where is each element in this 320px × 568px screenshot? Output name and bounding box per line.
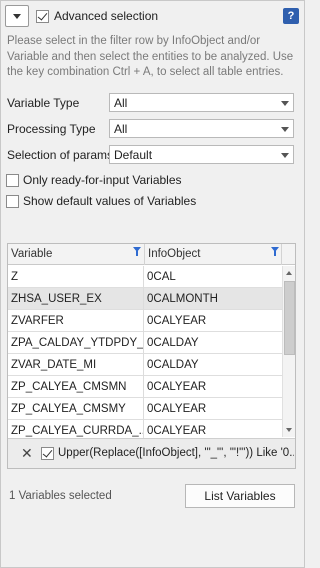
cell-variable: ZPA_CALDAY_YTDPDY_... <box>8 332 144 354</box>
selection-params-select[interactable]: Default <box>109 145 294 164</box>
filter-icon[interactable] <box>271 247 279 256</box>
variable-type-value: All <box>114 96 128 110</box>
show-defaults-checkbox[interactable] <box>6 194 19 208</box>
chevron-down-icon <box>13 14 21 19</box>
cell-infoobject: 0CALDAY <box>147 359 199 371</box>
variables-table: Variable InfoObject Z 0CAL ZHSA_USER_EX 0CA… <box>7 243 296 469</box>
menu-dropdown-button[interactable] <box>5 5 29 27</box>
processing-type-value: All <box>114 122 128 136</box>
scroll-down-arrow-icon[interactable] <box>284 423 295 436</box>
show-defaults-label: Show default values of Variables <box>23 194 197 208</box>
cell-infoobject: 0CALDAY <box>147 337 199 349</box>
cell-infoobject: 0CALYEAR <box>147 381 207 393</box>
cell-variable: ZP_CALYEA_CMSMY <box>8 398 144 420</box>
table-header: Variable InfoObject <box>8 244 295 265</box>
cell-infoobject: 0CALMONTH <box>147 293 218 305</box>
cell-variable: Z <box>8 266 144 288</box>
table-vertical-scrollbar[interactable] <box>282 266 295 437</box>
only-ready-checkbox[interactable] <box>6 173 19 187</box>
table-row[interactable]: ZPA_CALDAY_YTDPDY_... 0CALDAY <box>8 332 282 354</box>
table-row[interactable]: ZP_CALYEA_CMSMY 0CALYEAR <box>8 398 282 420</box>
variable-type-label: Variable Type <box>7 96 80 110</box>
selection-params-value: Default <box>114 148 153 162</box>
filter-panel: ✕ Upper(Replace([InfoObject], '"_"', '"!… <box>8 438 295 468</box>
processing-type-label: Processing Type <box>7 122 96 136</box>
close-icon[interactable]: ✕ <box>21 446 33 460</box>
cell-variable: ZVAR_DATE_MI <box>8 354 144 376</box>
selection-params-row: Selection of params. Default <box>7 145 295 165</box>
table-row[interactable]: ZHSA_USER_EX 0CALMONTH <box>8 288 282 310</box>
cell-infoobject: 0CALYEAR <box>147 403 207 415</box>
selection-params-label: Selection of params. <box>7 148 117 162</box>
filter-enabled-checkbox[interactable] <box>41 447 54 460</box>
show-defaults-option[interactable]: Show default values of Variables <box>6 193 196 209</box>
advanced-selection-toggle[interactable]: Advanced selection <box>36 8 158 24</box>
table-row[interactable]: ZVARFER 0CALYEAR <box>8 310 282 332</box>
cell-infoobject: 0CALYEAR <box>147 315 207 327</box>
table-row[interactable]: ZVAR_DATE_MI 0CALDAY <box>8 354 282 376</box>
selection-status: 1 Variables selected <box>9 490 112 502</box>
column-header-infoobject-label: InfoObject <box>148 248 201 260</box>
cell-variable: ZP_CALYEA_CMSMN <box>8 376 144 398</box>
top-toolbar: Advanced selection ? <box>4 5 301 27</box>
chevron-down-icon <box>281 127 289 132</box>
cell-infoobject: 0CAL <box>147 271 176 283</box>
only-ready-label: Only ready-for-input Variables <box>23 173 182 187</box>
table-row[interactable]: Z 0CAL <box>8 266 282 288</box>
column-header-variable-label: Variable <box>11 248 53 260</box>
instructions-text: Please select in the filter row by InfoO… <box>7 35 294 78</box>
cell-variable: ZVARFER <box>8 310 144 332</box>
table-row[interactable]: ZP_CALYEA_CMSMN 0CALYEAR <box>8 376 282 398</box>
advanced-selection-label: Advanced selection <box>54 9 159 23</box>
processing-type-row: Processing Type All <box>7 119 295 139</box>
column-header-variable[interactable]: Variable <box>8 244 145 265</box>
variable-type-select[interactable]: All <box>109 93 294 112</box>
scrollbar-thumb[interactable] <box>284 281 295 355</box>
scroll-up-arrow-icon[interactable] <box>284 267 295 280</box>
help-icon[interactable]: ? <box>283 8 299 24</box>
chevron-down-icon <box>281 153 289 158</box>
cell-variable: ZHSA_USER_EX <box>8 288 144 310</box>
advanced-selection-checkbox[interactable] <box>36 9 49 23</box>
filter-expression[interactable]: Upper(Replace([InfoObject], '"_"', '"!"'… <box>58 447 294 459</box>
list-variables-button[interactable]: List Variables <box>185 484 295 508</box>
chevron-down-icon <box>281 101 289 106</box>
variable-type-row: Variable Type All <box>7 93 295 113</box>
filter-icon[interactable] <box>133 247 141 256</box>
column-header-infoobject[interactable]: InfoObject <box>145 244 282 265</box>
processing-type-select[interactable]: All <box>109 119 294 138</box>
only-ready-option[interactable]: Only ready-for-input Variables <box>6 172 182 188</box>
